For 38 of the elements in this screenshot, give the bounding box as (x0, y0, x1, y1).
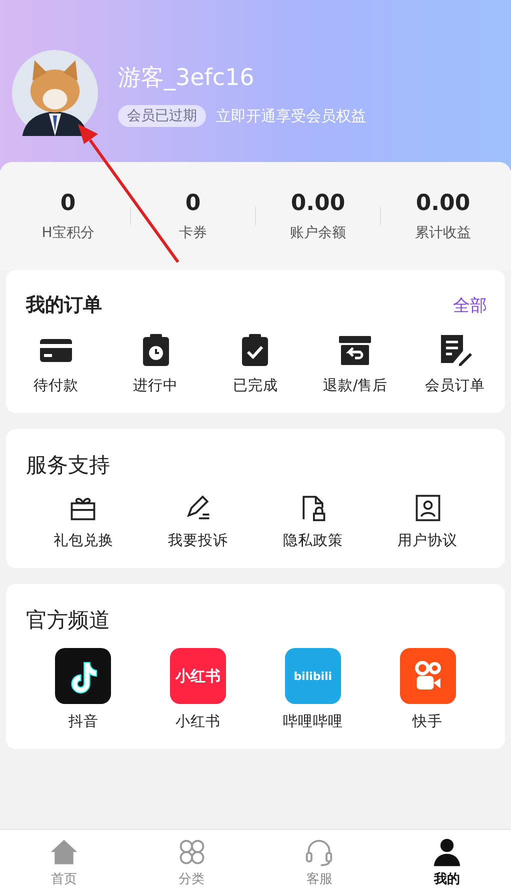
stat-label: H宝积分 (42, 224, 94, 242)
nav-tab[interactable]: 客服 (256, 830, 384, 894)
service-item[interactable]: 我要投诉 (140, 489, 256, 554)
stat-label: 账户余额 (290, 224, 346, 242)
stat-label: 累计收益 (415, 224, 471, 242)
service-item[interactable]: 用户协议 (370, 489, 485, 554)
channel-item[interactable]: 小红书 小红书 (140, 644, 256, 735)
channel-item[interactable]: 抖音 (26, 644, 141, 735)
stat-value: 0.00 (416, 190, 470, 216)
order-status-item[interactable]: 会员订单 (405, 328, 505, 399)
order-status-item[interactable]: 退款/售后 (305, 328, 406, 399)
section-title: 我的订单 (26, 293, 102, 318)
stat-value: 0 (185, 190, 201, 216)
user-name: 游客_3efc16 (118, 64, 256, 93)
nav-tab[interactable]: 我的 (383, 830, 511, 894)
view-all-link[interactable]: 全部 (453, 294, 487, 316)
section-title: 官方频道 (26, 607, 110, 634)
service-item[interactable]: 礼包兑换 (26, 489, 141, 554)
channel-item[interactable]: 快手 (370, 644, 485, 735)
membership-status: 会员已过期 (118, 105, 206, 127)
order-status-item[interactable]: 进行中 (106, 328, 206, 399)
order-status-item[interactable]: 已完成 (206, 328, 306, 399)
section-title: 服务支持 (26, 452, 110, 479)
channel-label: 快手 (412, 712, 443, 731)
channel-label: 抖音 (68, 712, 98, 731)
channel-label: 小红书 (176, 713, 221, 731)
logo-text: bilibili (294, 670, 332, 682)
nav-tab[interactable]: 分类 (128, 830, 256, 894)
channel-item[interactable]: bilibili 哔哩哔哩 (256, 644, 370, 735)
order-status-item[interactable]: 待付款 (6, 328, 106, 399)
stat-value: 0.00 (290, 190, 346, 216)
stat-label: 卡券 (179, 224, 207, 242)
person-icon (432, 836, 462, 866)
service-item[interactable]: 隐私政策 (256, 489, 370, 554)
channel-label: 哔哩哔哩 (282, 713, 343, 731)
stat-value: 0 (60, 190, 76, 216)
logo-text: 小红书 (176, 666, 221, 686)
nav-tab[interactable]: 首页 (0, 830, 128, 894)
